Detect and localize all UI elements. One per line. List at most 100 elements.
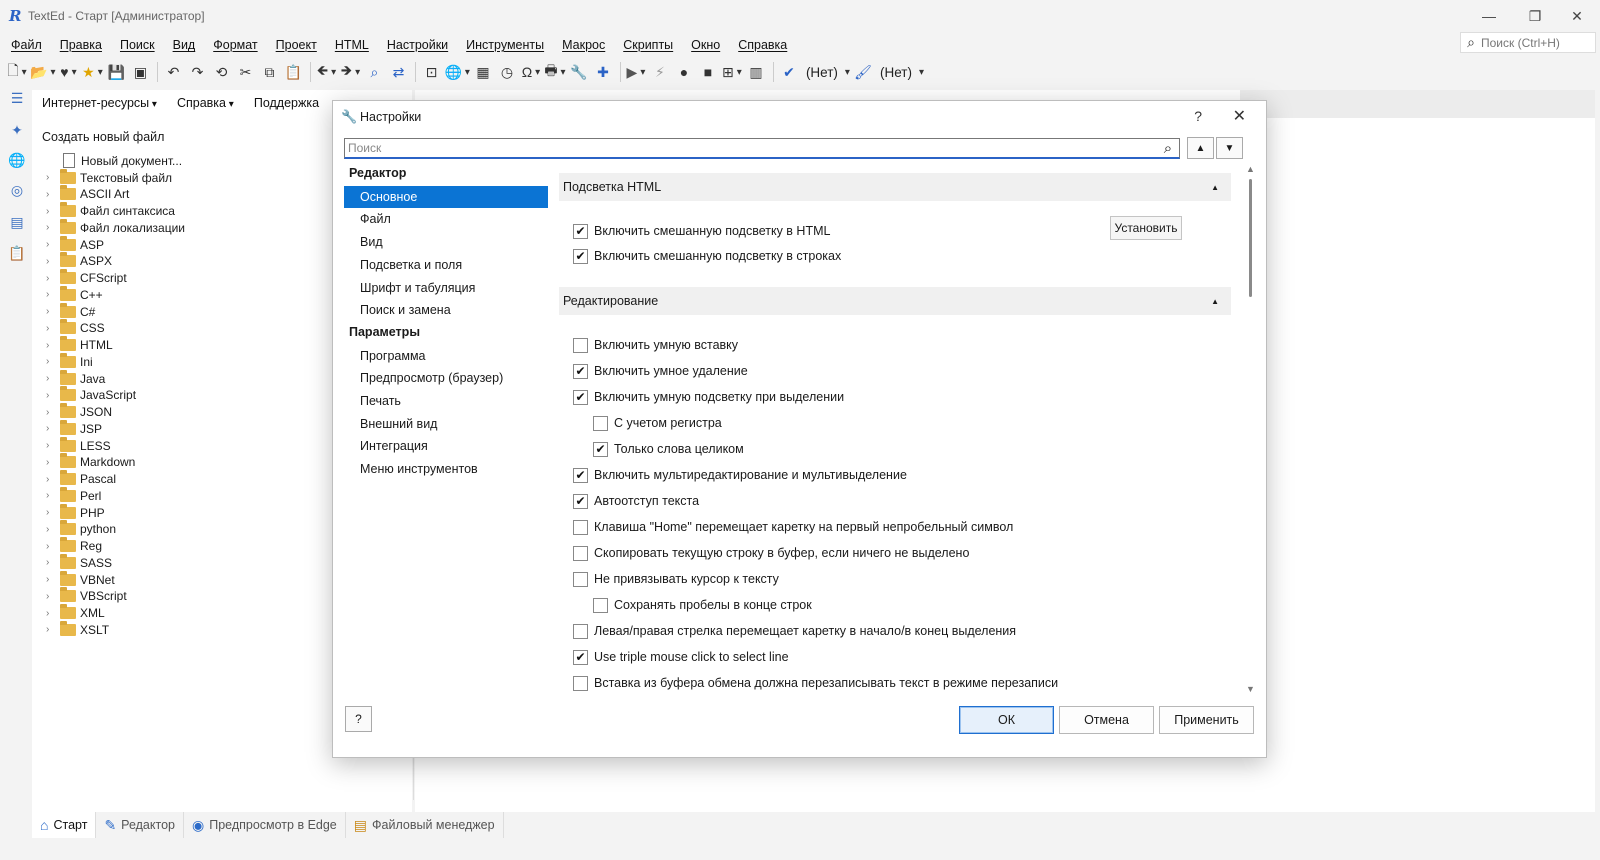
tree-folder-item[interactable]: › ASPX	[46, 252, 112, 270]
spellcheck-icon[interactable]: ✔	[778, 61, 800, 83]
globe-icon[interactable]: 🌐	[444, 61, 469, 83]
new-document-item[interactable]: Новый документ...	[46, 152, 182, 169]
columns-icon[interactable]: ▥	[745, 61, 767, 83]
plugin-icon[interactable]: ✚	[592, 61, 614, 83]
chevron-right-icon[interactable]: ›	[46, 189, 60, 200]
menu-item[interactable]: Настройки	[387, 38, 448, 52]
settings-option[interactable]: Клавиша "Home" перемещает каретку на пер…	[573, 518, 1013, 536]
settings-option[interactable]: ✔ Включить умное удаление	[573, 362, 748, 380]
option-checkbox[interactable]: ✔	[573, 389, 588, 405]
option-checkbox[interactable]	[573, 545, 588, 561]
menu-item[interactable]: HTML	[335, 38, 369, 52]
chevron-right-icon[interactable]: ›	[46, 524, 60, 535]
globe-panel-icon[interactable]: 🌐	[8, 152, 26, 170]
chevron-right-icon[interactable]: ›	[46, 256, 60, 267]
chevron-right-icon[interactable]: ›	[46, 273, 60, 284]
bottom-tab[interactable]: ◉ Предпросмотр в Edge	[184, 812, 346, 838]
history-icon[interactable]: ⟲	[210, 61, 232, 83]
settings-option[interactable]: ✔ Включить умную подсветку при выделении	[573, 388, 844, 406]
settings-option[interactable]: ✔ Use triple mouse click to select line	[573, 648, 789, 666]
chevron-right-icon[interactable]: ›	[46, 440, 60, 451]
forward-arrow-icon[interactable]: 🡺	[339, 61, 361, 83]
option-checkbox[interactable]	[573, 571, 588, 587]
settings-search-input[interactable]: Поиск ⌕	[344, 138, 1180, 159]
search-next-button[interactable]: ▼	[1216, 137, 1243, 159]
undo-icon[interactable]: ↶	[162, 61, 184, 83]
find-icon[interactable]: ⌕	[363, 61, 385, 83]
tree-folder-item[interactable]: › VBScript	[46, 587, 127, 605]
nav-item[interactable]: Печать	[344, 390, 548, 412]
tree-folder-item[interactable]: › SASS	[46, 553, 112, 571]
settings-option[interactable]: Скопировать текущую строку в буфер, если…	[573, 544, 969, 562]
tree-folder-item[interactable]: › XSLT	[46, 620, 109, 638]
chevron-right-icon[interactable]: ›	[46, 289, 60, 300]
option-checkbox[interactable]	[573, 675, 588, 691]
table-icon[interactable]: ⊞	[721, 61, 743, 83]
maximize-button[interactable]: ❐	[1512, 0, 1558, 32]
chevron-right-icon[interactable]: ›	[46, 373, 60, 384]
brush-dropdown[interactable]	[916, 61, 924, 83]
nav-item[interactable]: Файл	[344, 208, 548, 230]
new-file-icon[interactable]: 🗋	[6, 61, 28, 83]
brush-icon[interactable]: 🖌	[852, 61, 874, 83]
nav-item[interactable]: Программа	[344, 345, 548, 367]
menu-item[interactable]: Поиск	[120, 38, 155, 52]
minimize-button[interactable]: —	[1466, 0, 1512, 32]
tools-panel-icon[interactable]: ✦	[8, 122, 26, 140]
nav-item[interactable]: Меню инструментов	[344, 458, 548, 480]
menu-item[interactable]: Окно	[691, 38, 720, 52]
bottom-tab[interactable]: ▤ Файловый менеджер	[346, 812, 504, 838]
tree-folder-item[interactable]: › JSP	[46, 419, 102, 437]
record-icon[interactable]: ●	[673, 61, 695, 83]
chevron-right-icon[interactable]: ›	[46, 390, 60, 401]
option-checkbox[interactable]: ✔	[573, 248, 588, 264]
apply-button[interactable]: Применить	[1159, 706, 1254, 734]
settings-option[interactable]: Включить умную вставку	[573, 336, 738, 354]
settings-option[interactable]: Не привязывать курсор к тексту	[573, 570, 779, 588]
chevron-right-icon[interactable]: ›	[46, 172, 60, 183]
favorites-folder-icon[interactable]: ♥	[57, 61, 79, 83]
tree-folder-item[interactable]: › JSON	[46, 403, 112, 421]
option-checkbox[interactable]	[573, 337, 588, 353]
dialog-close-button[interactable]: ✕	[1233, 106, 1246, 126]
chevron-right-icon[interactable]: ›	[46, 624, 60, 635]
chevron-right-icon[interactable]: ›	[46, 574, 60, 585]
chevron-right-icon[interactable]: ›	[46, 541, 60, 552]
menu-item[interactable]: Инструменты	[466, 38, 544, 52]
tree-folder-item[interactable]: › ASCII Art	[46, 185, 129, 203]
option-checkbox[interactable]: ✔	[573, 467, 588, 483]
tree-folder-item[interactable]: › HTML	[46, 336, 113, 354]
clipboard-panel-icon[interactable]: 📋	[8, 245, 26, 263]
network-panel-icon[interactable]: ◎	[8, 182, 26, 200]
tree-folder-item[interactable]: › python	[46, 520, 116, 538]
insert-frame-icon[interactable]: ⊡	[420, 61, 442, 83]
scroll-down-arrow-icon[interactable]: ▼	[1246, 684, 1255, 694]
chevron-right-icon[interactable]: ›	[46, 591, 60, 602]
redo-icon[interactable]: ↷	[186, 61, 208, 83]
tree-folder-item[interactable]: › Markdown	[46, 453, 135, 471]
close-window-button[interactable]: ✕	[1554, 0, 1600, 32]
chevron-right-icon[interactable]: ›	[46, 507, 60, 518]
nav-item[interactable]: Шрифт и табуляция	[344, 277, 548, 299]
start-tab[interactable]: Поддержка	[254, 96, 319, 110]
option-checkbox[interactable]	[573, 519, 588, 535]
tree-folder-item[interactable]: › CSS	[46, 319, 105, 337]
menu-item[interactable]: Скрипты	[623, 38, 673, 52]
option-checkbox[interactable]	[593, 415, 608, 431]
scroll-up-arrow-icon[interactable]: ▲	[1246, 164, 1255, 174]
settings-option[interactable]: ✔ Автоотступ текста	[573, 492, 699, 510]
wrench-icon[interactable]: 🔧	[568, 61, 590, 83]
menu-item[interactable]: Справка	[738, 38, 787, 52]
list-panel-icon[interactable]: ☰	[8, 90, 26, 108]
chevron-right-icon[interactable]: ›	[46, 608, 60, 619]
back-arrow-icon[interactable]: 🡸	[315, 61, 337, 83]
option-checkbox[interactable]: ✔	[573, 649, 588, 665]
stop-icon[interactable]: ■	[697, 61, 719, 83]
nav-item[interactable]: Интеграция	[344, 435, 548, 457]
chevron-right-icon[interactable]: ›	[46, 306, 60, 317]
nav-item[interactable]: Поиск и замена	[344, 299, 548, 321]
chevron-right-icon[interactable]: ›	[46, 557, 60, 568]
option-checkbox[interactable]: ✔	[573, 223, 588, 239]
nav-item[interactable]: Основное	[344, 185, 548, 208]
settings-option[interactable]: С учетом регистра	[593, 414, 722, 432]
